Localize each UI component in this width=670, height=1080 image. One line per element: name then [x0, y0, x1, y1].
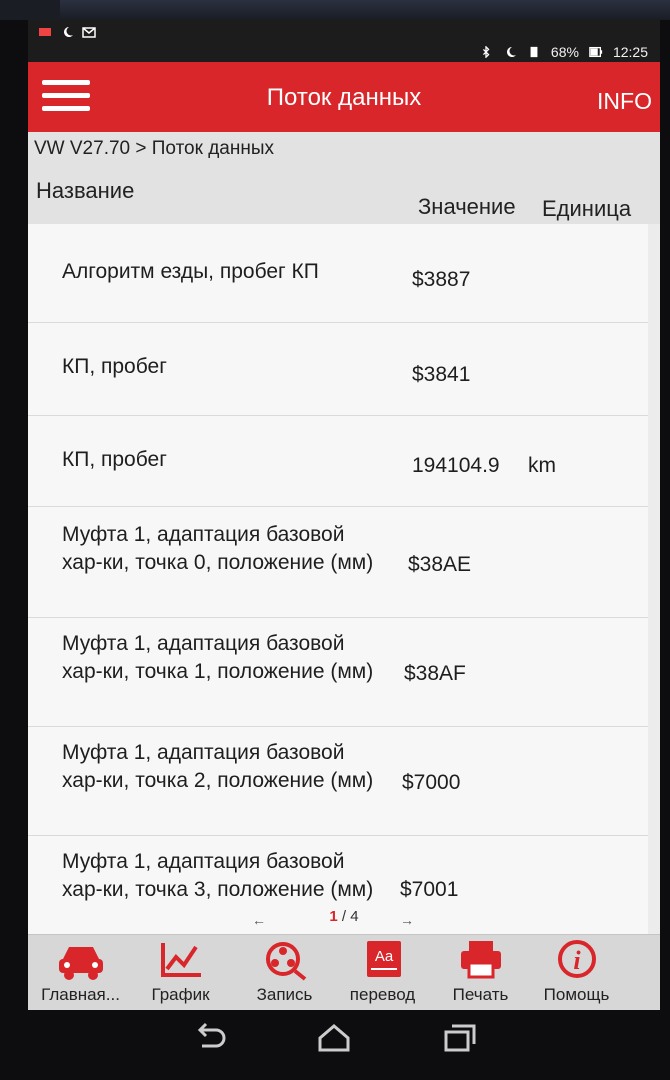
tab-label: Печать	[452, 985, 509, 1004]
translate-icon: Aa	[366, 941, 401, 977]
bluetooth-icon	[482, 46, 490, 58]
tab-label: перевод	[349, 985, 416, 1004]
mail-icon	[82, 27, 96, 38]
tab-graph[interactable]: График	[128, 939, 233, 1010]
battery-icon	[589, 46, 603, 58]
sim-icon	[530, 46, 538, 58]
svg-text:i: i	[573, 946, 581, 975]
info-button[interactable]: INFO	[597, 88, 652, 115]
row-name: Муфта 1, адаптация базовой хар-ки, точка…	[62, 741, 374, 792]
row-name: Муфта 1, адаптация базовой хар-ки, точка…	[62, 850, 374, 901]
row-unit: km	[528, 454, 556, 477]
tab-record[interactable]: Запись	[232, 939, 337, 1010]
moon-icon	[506, 47, 516, 57]
tab-label: График	[151, 985, 210, 1004]
row-value: $7001	[400, 878, 459, 901]
row-name: Муфта 1, адаптация базовой хар-ки, точка…	[62, 632, 374, 683]
row-value: $3841	[412, 363, 471, 386]
row-value: 194104.9	[412, 454, 500, 477]
row-value: $38AE	[408, 553, 472, 576]
bottom-toolbar: Главная... График Запись Aa перевод Печа…	[28, 934, 660, 1010]
row-value: $3887	[412, 268, 471, 291]
data-stream-table: Алгоритм езды, пробег КП $3887 КП, пробе…	[28, 224, 648, 943]
app-bar: Поток данных INFO	[28, 62, 660, 132]
device-bezel-top	[0, 0, 670, 20]
row-value: $7000	[402, 771, 461, 794]
battery-percent: 68%	[550, 44, 579, 60]
table-row[interactable]: КП, пробег $3841	[28, 323, 648, 416]
clock: 12:25	[612, 44, 648, 60]
next-page-arrow-icon[interactable]: →	[400, 912, 414, 928]
tab-help[interactable]: i Помощь	[524, 939, 629, 1010]
table-row[interactable]: Муфта 1, адаптация базовой хар-ки, точка…	[28, 727, 648, 836]
row-name: Муфта 1, адаптация базовой хар-ки, точка…	[62, 523, 374, 574]
tab-translate[interactable]: Aa перевод	[330, 939, 435, 1010]
breadcrumb: VW V27.70 > Поток данных	[28, 132, 660, 166]
chart-icon	[160, 943, 201, 977]
car-icon	[58, 947, 103, 980]
row-name: Алгоритм езды, пробег КП	[62, 260, 319, 283]
page-total: / 4	[341, 908, 359, 925]
page-title: Поток данных	[266, 84, 422, 111]
row-value: $38AF	[404, 662, 466, 685]
help-icon: i	[557, 940, 596, 978]
row-name: КП, пробег	[62, 448, 167, 471]
svg-text:Aa: Aa	[374, 948, 393, 965]
tab-label: Главная...	[41, 985, 120, 1004]
record-icon	[265, 942, 306, 981]
tab-label: Помощь	[543, 985, 610, 1004]
notification-icon	[39, 28, 51, 36]
table-header: Название Значение Единица	[28, 166, 660, 224]
column-header-name: Название	[36, 178, 135, 203]
moon-icon	[64, 27, 73, 37]
home-icon[interactable]	[314, 1020, 354, 1054]
back-icon[interactable]	[190, 1020, 230, 1054]
tab-label: Запись	[256, 985, 313, 1004]
row-name: КП, пробег	[62, 355, 167, 378]
table-row[interactable]: Алгоритм езды, пробег КП $3887	[28, 224, 648, 323]
table-row[interactable]: Муфта 1, адаптация базовой хар-ки, точка…	[28, 507, 648, 618]
prev-page-arrow-icon[interactable]: ←	[252, 912, 266, 928]
printer-icon	[460, 941, 501, 979]
tab-print[interactable]: Печать	[428, 939, 533, 1010]
table-row[interactable]: КП, пробег 194104.9 km	[28, 416, 648, 507]
column-header-value: Значение	[418, 194, 516, 219]
tablet-screen: 68% 12:25 Поток данных INFO VW V27.70 > …	[28, 20, 660, 1010]
current-page: 1	[329, 908, 338, 925]
background-window-strip	[60, 0, 670, 20]
pagination: ← 1 / 4 →	[28, 908, 660, 936]
table-row[interactable]: Муфта 1, адаптация базовой хар-ки, точка…	[28, 618, 648, 727]
status-bar: 68% 12:25	[28, 20, 660, 62]
recent-apps-icon[interactable]	[438, 1020, 478, 1054]
column-header-unit: Единица	[542, 196, 632, 221]
tab-home[interactable]: Главная...	[28, 939, 133, 1010]
system-nav-bar	[0, 1010, 670, 1080]
